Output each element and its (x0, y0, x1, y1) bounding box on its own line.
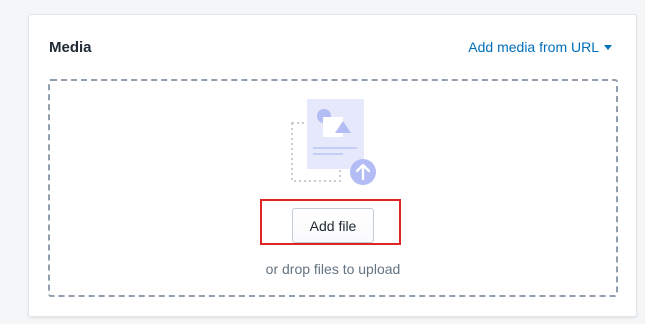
file-dropzone[interactable]: Add file or drop files to upload (48, 79, 618, 297)
media-card-title: Media (49, 39, 92, 56)
chevron-down-icon (604, 45, 612, 50)
upload-arrow-icon (350, 159, 376, 185)
add-media-from-url-button[interactable]: Add media from URL (468, 39, 612, 55)
add-file-button[interactable]: Add file (292, 208, 374, 243)
upload-illustration-icon (291, 99, 376, 185)
drop-files-hint: or drop files to upload (265, 261, 401, 277)
media-card: Media Add media from URL Add file or dro… (28, 14, 637, 317)
add-media-from-url-label: Add media from URL (468, 39, 599, 55)
